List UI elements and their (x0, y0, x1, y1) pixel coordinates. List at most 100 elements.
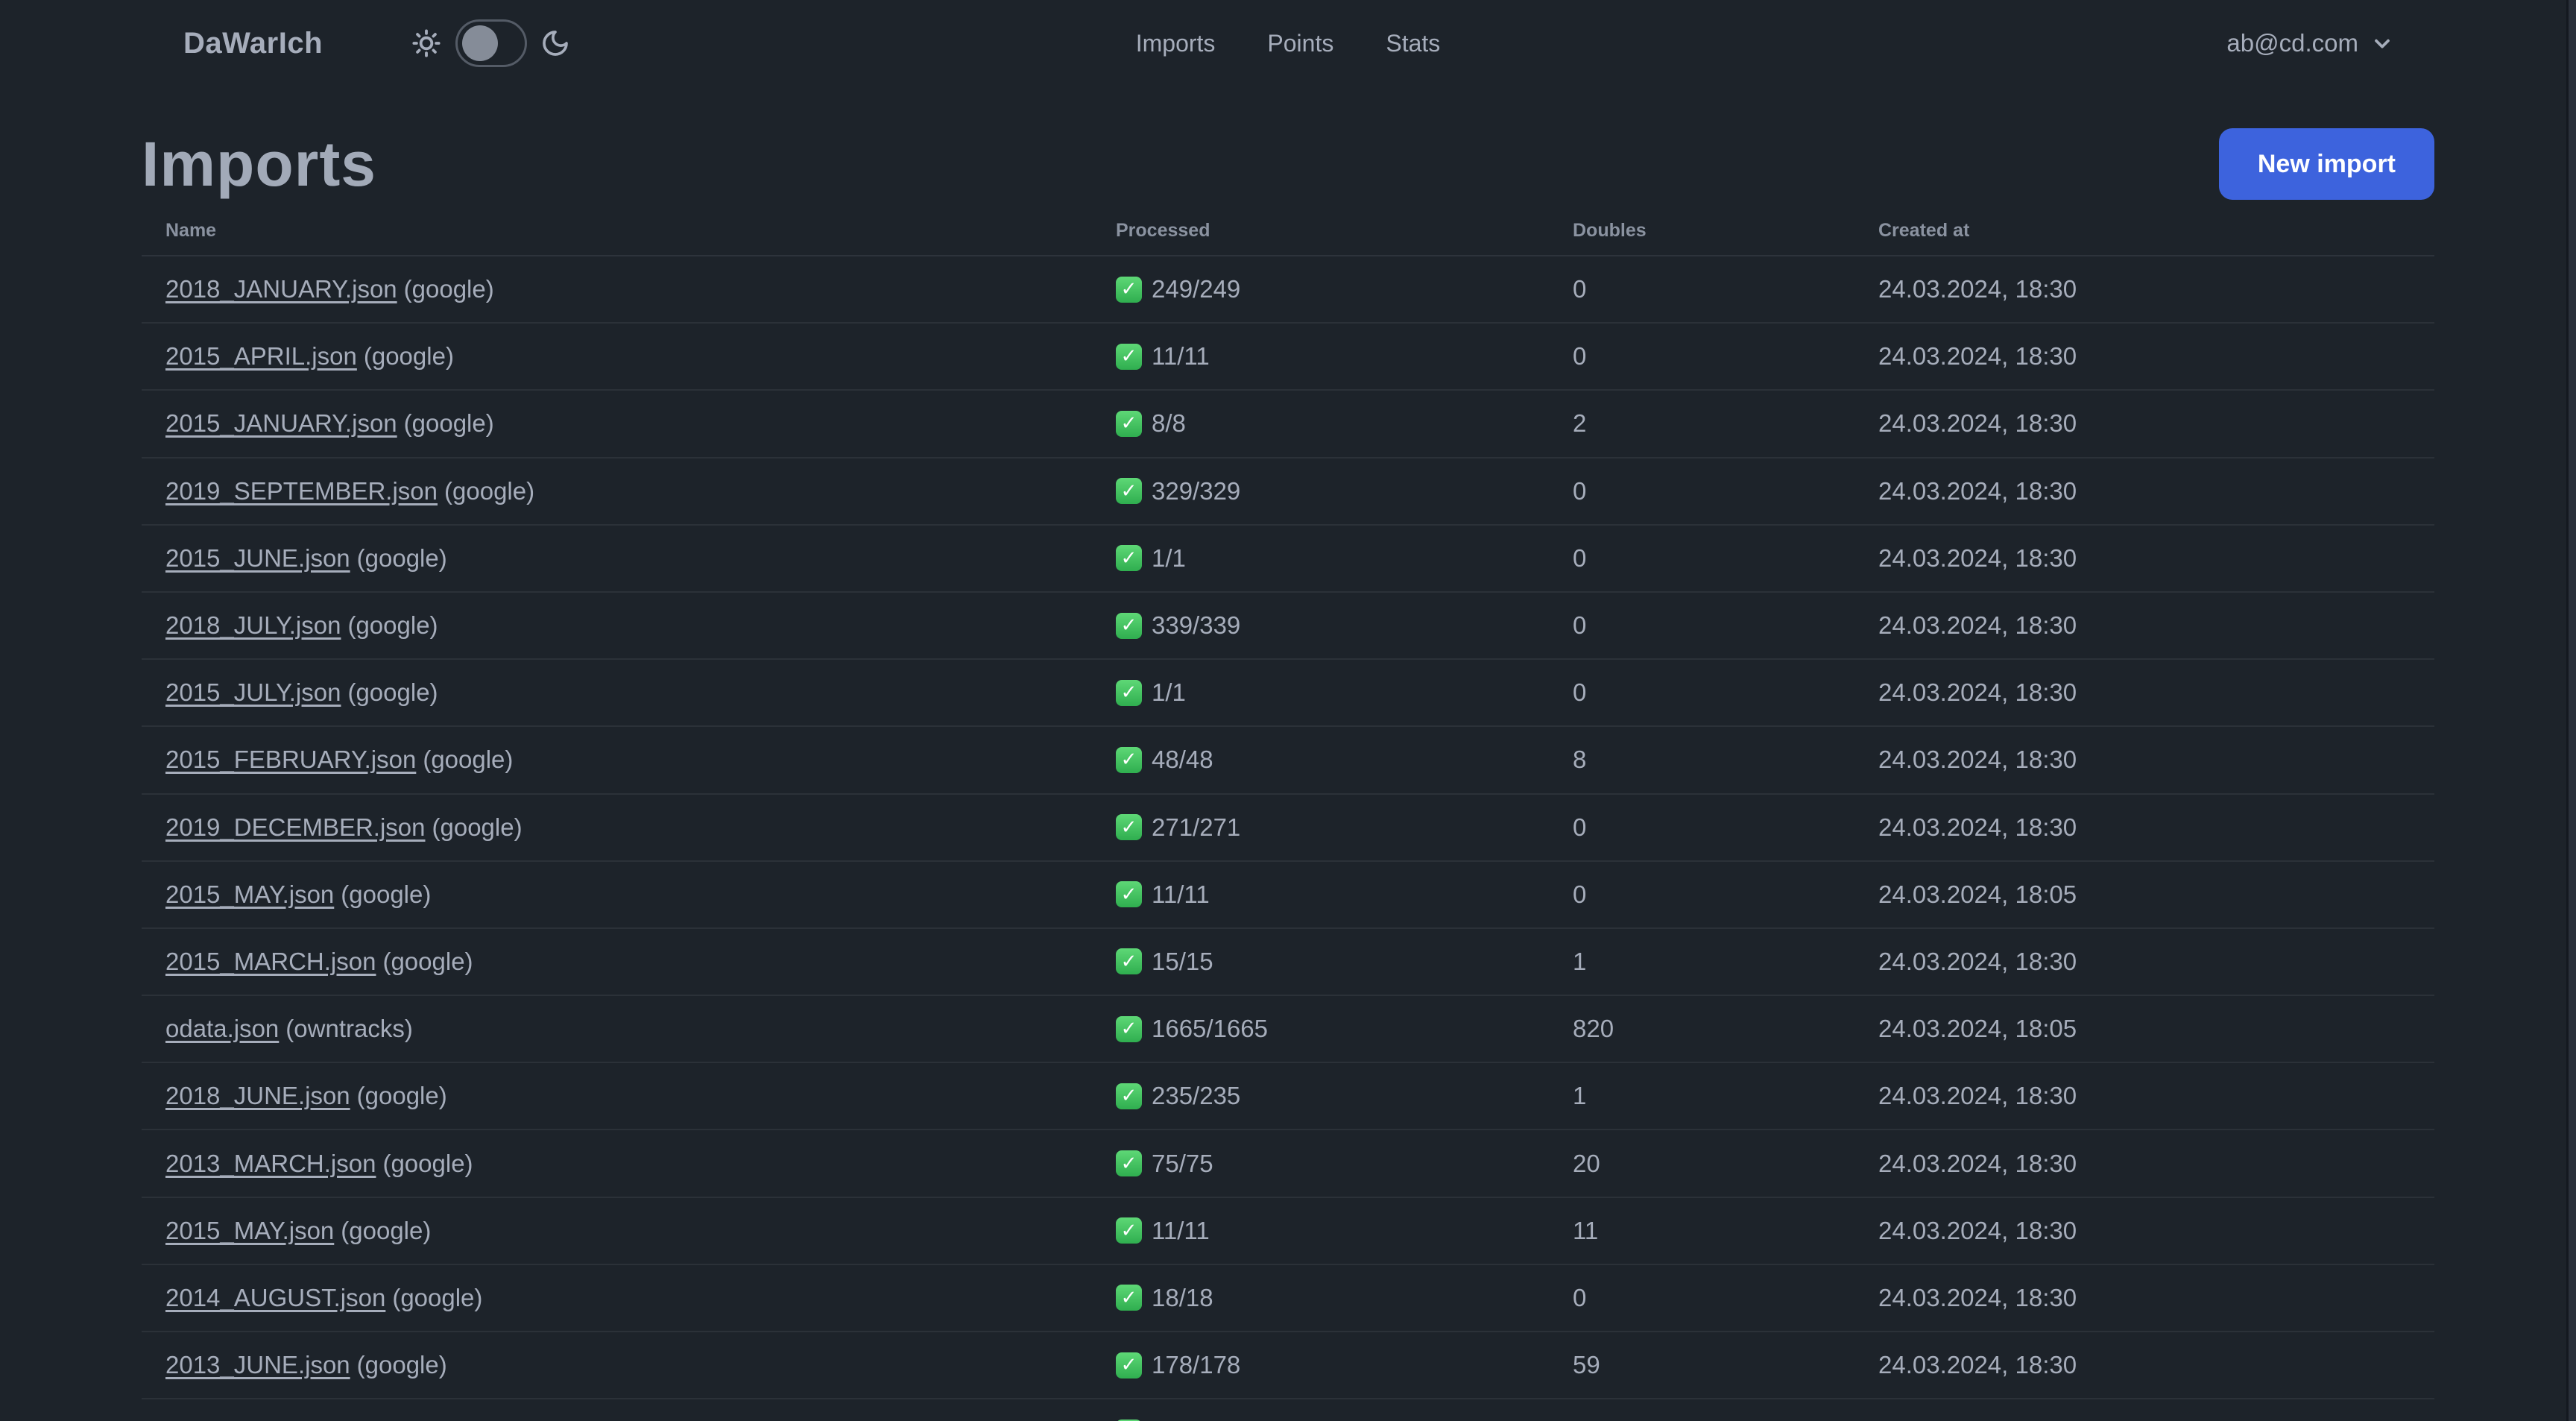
processed-cell: ✓ 11/11 (1092, 1217, 1549, 1245)
import-source-label: (google) (432, 813, 523, 841)
created-at-cell: 24.03.2024, 18:30 (1878, 275, 2077, 303)
name-cell: 2013_JUNE.json (google) (142, 1351, 1092, 1379)
processed-count: 11/11 (1152, 342, 1210, 371)
top-navbar: DaWarIch Imports Points Stats ab@cd.com (0, 0, 2576, 86)
import-file-link[interactable]: 2019_DECEMBER.json (165, 813, 426, 841)
chevron-down-icon (2370, 31, 2394, 55)
doubles-cell: 11 (1573, 1216, 1599, 1244)
import-file-link[interactable]: 2013_MARCH.json (165, 1150, 376, 1177)
import-file-link[interactable]: 2015_APRIL.json (165, 342, 357, 370)
created-at-cell: 24.03.2024, 18:30 (1878, 1283, 2077, 1311)
import-file-link[interactable]: 2015_JUNE.json (165, 544, 350, 572)
table-row: 2015_MAY.json (google) ✓ 11/11 0 24.03.20… (142, 862, 2434, 929)
import-file-link[interactable]: 2018_JANUARY.json (165, 275, 397, 303)
doubles-cell: 0 (1573, 543, 1587, 572)
import-file-link[interactable]: 2018_JUNE.json (165, 1082, 350, 1109)
table-header-row: Name Processed Doubles Created at (142, 206, 2434, 256)
doubles-cell: 0 (1573, 275, 1587, 303)
table-row: 2015_JULY.json (google) ✓ 1/1 0 24.03.202… (142, 660, 2434, 728)
app-logo[interactable]: DaWarIch (183, 27, 323, 60)
name-cell: 2019_SEPTEMBER.json (google) (142, 477, 1092, 505)
doubles-cell: 0 (1573, 476, 1587, 505)
table-row: 2015_FEBRUARY.json (google) ✓ 48/48 8 24.… (142, 727, 2434, 795)
processed-count: 48/48 (1152, 746, 1213, 774)
processed-cell: ✓ 11/11 (1092, 342, 1549, 371)
import-file-link[interactable]: 2015_FEBRUARY.json (165, 746, 416, 773)
table-row: 2018_JULY.json (google) ✓ 339/339 0 24.03… (142, 593, 2434, 661)
nav-link-points[interactable]: Points (1267, 30, 1333, 57)
name-cell: 2015_JUNE.json (google) (142, 544, 1092, 573)
import-source-label: (google) (363, 342, 454, 371)
processed-cell: ✓ 75/75 (1092, 1150, 1549, 1178)
import-file-link[interactable]: 2015_MAY.json (165, 880, 334, 908)
import-source-label: (google) (403, 409, 494, 438)
doubles-cell: 820 (1573, 1015, 1614, 1043)
processed-cell: ✓ 271/271 (1092, 813, 1549, 842)
doubles-cell: 1 (1573, 947, 1587, 975)
import-file-link[interactable]: 2015_MAY.json (165, 1217, 334, 1244)
column-header-doubles: Doubles (1573, 219, 1647, 241)
import-source-label: (owntracks) (285, 1015, 413, 1043)
import-file-link[interactable]: 2014_AUGUST.json (165, 1284, 385, 1311)
sun-icon (411, 28, 442, 59)
created-at-cell: 24.03.2024, 18:30 (1878, 409, 2077, 438)
import-source-label: (google) (341, 1216, 432, 1244)
import-file-link[interactable]: 2015_JULY.json (165, 678, 341, 706)
check-mark-icon: ✓ (1116, 276, 1142, 303)
processed-count: 339/339 (1152, 611, 1241, 640)
processed-cell: ✓ 249/249 (1092, 275, 1549, 303)
doubles-cell: 0 (1573, 678, 1587, 707)
toggle-knob (462, 25, 499, 61)
import-file-link[interactable]: odata.json (165, 1015, 279, 1042)
table-row: 2018_JUNE.json (google) ✓ 235/235 1 24.03… (142, 1063, 2434, 1131)
name-cell: 2018_JANUARY.json (google) (142, 275, 1092, 303)
check-mark-icon: ✓ (1116, 343, 1142, 370)
processed-count: 1/1 (1152, 543, 1186, 572)
import-file-link[interactable]: 2015_MARCH.json (165, 948, 376, 975)
created-at-cell: 24.03.2024, 18:30 (1878, 611, 2077, 640)
user-menu[interactable]: ab@cd.com (2226, 29, 2394, 57)
scrollbar[interactable] (2566, 0, 2576, 1421)
processed-cell: ✓ 235/235 (1092, 1082, 1549, 1110)
check-mark-icon: ✓ (1116, 1150, 1142, 1177)
import-source-label: (google) (444, 476, 535, 505)
import-source-label: (google) (382, 1149, 473, 1177)
check-mark-icon: ✓ (1116, 612, 1142, 639)
created-at-cell: 24.03.2024, 18:05 (1878, 880, 2077, 908)
import-file-link[interactable]: 2019_SEPTEMBER.json (165, 477, 438, 505)
table-row: 2015_APRIL.json (google) ✓ 11/11 0 24.03.… (142, 324, 2434, 391)
theme-toggle-switch[interactable] (455, 19, 528, 67)
main-content: Imports New import Name Processed Double… (142, 128, 2434, 1421)
import-file-link[interactable]: 2015_JANUARY.json (165, 409, 397, 437)
name-cell: 2015_FEBRUARY.json (google) (142, 746, 1092, 774)
nav-link-stats[interactable]: Stats (1386, 30, 1440, 57)
check-mark-icon: ✓ (1116, 478, 1142, 505)
nav-link-imports[interactable]: Imports (1136, 30, 1216, 57)
name-cell: 2014_AUGUST.json (google) (142, 1284, 1092, 1312)
doubles-cell: 20 (1573, 1149, 1600, 1177)
import-source-label: (google) (356, 1082, 447, 1110)
column-header-name: Name (165, 219, 217, 241)
doubles-cell: 0 (1573, 813, 1587, 841)
name-cell: 2019_DECEMBER.json (google) (142, 813, 1092, 842)
name-cell: 2015_MARCH.json (google) (142, 948, 1092, 976)
created-at-cell: 24.03.2024, 18:30 (1878, 543, 2077, 572)
name-cell: 2018_JULY.json (google) (142, 611, 1092, 640)
doubles-cell: 59 (1573, 1351, 1600, 1379)
table-row: 2019_SEPTEMBER.json (google) ✓ 329/329 0 … (142, 459, 2434, 526)
import-file-link[interactable]: 2013_JUNE.json (165, 1351, 350, 1379)
created-at-cell: 24.03.2024, 18:30 (1878, 678, 2077, 707)
check-mark-icon: ✓ (1116, 410, 1142, 437)
processed-count: 271/271 (1152, 813, 1241, 841)
processed-count: 249/249 (1152, 275, 1241, 303)
created-at-cell: 24.03.2024, 18:30 (1878, 1082, 2077, 1110)
processed-count: 235/235 (1152, 1082, 1241, 1110)
main-nav: Imports Points Stats (1136, 0, 1441, 86)
import-file-link[interactable]: 2018_JULY.json (165, 611, 341, 639)
processed-cell: ✓ 18/18 (1092, 1284, 1549, 1312)
name-cell: 2015_APRIL.json (google) (142, 342, 1092, 371)
name-cell: 2015_JANUARY.json (google) (142, 409, 1092, 438)
import-source-label: (google) (356, 543, 447, 572)
processed-count: 178/178 (1152, 1351, 1241, 1379)
new-import-button[interactable]: New import (2218, 128, 2434, 200)
